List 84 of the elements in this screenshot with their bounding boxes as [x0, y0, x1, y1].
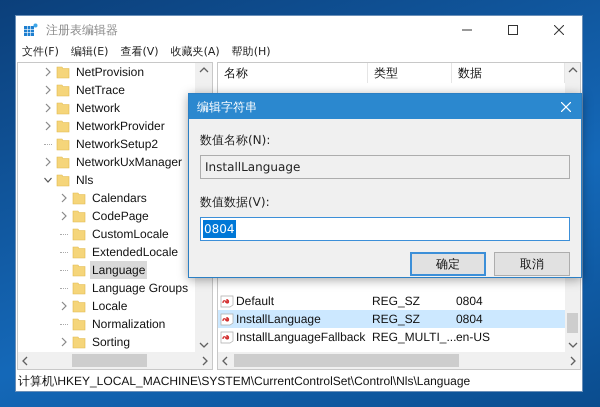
dialog-button[interactable]: 确定	[410, 252, 486, 276]
string-value-icon	[220, 294, 234, 308]
folder-icon	[72, 209, 86, 223]
folder-icon	[56, 83, 70, 97]
folder-icon	[56, 137, 70, 151]
value-data-field[interactable]: 0804	[200, 217, 570, 241]
menu-item[interactable]: 查看(V)	[120, 44, 159, 61]
tree-item[interactable]: Sorting	[90, 333, 132, 351]
scroll-up-icon[interactable]	[198, 66, 208, 74]
field-label: 数值数据(V):	[200, 194, 271, 211]
status-bar-path: 计算机\HKEY_LOCAL_MACHINE\SYSTEM\CurrentControlSet\Control\Nls\Language	[18, 372, 470, 390]
expand-chevron-icon[interactable]	[44, 121, 52, 131]
menu-item[interactable]: 编辑(E)	[70, 44, 108, 61]
dialog-button[interactable]: 取消	[494, 252, 570, 276]
tree-item[interactable]: CustomLocale	[90, 225, 171, 243]
app-icon	[24, 22, 38, 36]
value-data: 0804	[455, 293, 484, 310]
expand-chevron-icon[interactable]	[44, 85, 52, 95]
folder-icon	[56, 119, 70, 133]
tree-item[interactable]: NetworkSetup2	[74, 135, 160, 153]
field-label: 数值名称(N):	[200, 132, 272, 149]
menu-item[interactable]: 帮助(H)	[232, 44, 271, 61]
column-header[interactable]: 名称	[218, 63, 368, 83]
folder-icon	[72, 281, 86, 295]
tree-item[interactable]: Normalization	[90, 315, 168, 333]
horizontal-scrollbar[interactable]	[18, 352, 212, 369]
window-title: 注册表编辑器	[46, 22, 118, 38]
tree-item[interactable]: CodePage	[90, 207, 151, 225]
tree-item[interactable]: Nls	[74, 171, 96, 189]
tree-item[interactable]: Language Groups	[90, 279, 190, 297]
folder-icon	[72, 245, 86, 259]
folder-icon	[72, 335, 86, 349]
tree-item[interactable]: NetProvision	[74, 63, 146, 81]
collapse-chevron-icon[interactable]	[44, 175, 52, 185]
menu-item[interactable]: 收藏夹(A)	[170, 44, 220, 61]
expand-chevron-icon[interactable]	[60, 193, 68, 203]
close-icon	[554, 24, 564, 34]
string-value-icon	[220, 312, 234, 326]
tree-item[interactable]: Locale	[90, 297, 130, 315]
folder-icon	[72, 317, 86, 331]
tree-item[interactable]: Language	[90, 261, 148, 279]
expand-chevron-icon[interactable]	[44, 103, 52, 113]
horizontal-scrollbar[interactable]	[218, 352, 580, 369]
scroll-down-icon[interactable]	[568, 341, 578, 349]
value-type: REG_SZ	[371, 311, 422, 328]
column-header[interactable]: 类型	[368, 63, 452, 83]
expand-chevron-icon[interactable]	[44, 157, 52, 167]
value-data: 0804	[455, 311, 484, 328]
folder-icon	[56, 101, 70, 115]
value-row[interactable]: Default REG_SZ 0804	[218, 292, 565, 310]
tree-item[interactable]: NetworkUxManager	[74, 153, 184, 171]
scroll-thumb[interactable]	[72, 354, 147, 367]
tree-item[interactable]: ExtendedLocale	[90, 243, 180, 261]
folder-icon	[56, 155, 70, 169]
menu-item[interactable]: 文件(F)	[22, 44, 59, 61]
dialog-title: 编辑字符串	[197, 98, 257, 116]
expand-chevron-icon[interactable]	[60, 301, 68, 311]
folder-icon	[72, 299, 86, 313]
folder-icon	[72, 191, 86, 205]
tree-item[interactable]: NetworkProvider	[74, 117, 167, 135]
string-value-icon	[220, 330, 234, 344]
close-icon	[561, 102, 571, 112]
value-name: InstallLanguage	[236, 311, 321, 328]
value-type: REG_SZ	[371, 293, 422, 310]
value-name: Default	[236, 293, 274, 310]
value-name-field[interactable]: InstallLanguage	[200, 155, 570, 179]
value-name: InstallLanguageFallback	[236, 329, 366, 346]
expand-chevron-icon[interactable]	[60, 211, 68, 221]
folder-icon	[56, 173, 70, 187]
maximize-icon	[508, 24, 518, 34]
folder-icon	[72, 227, 86, 241]
tree-item[interactable]: Network	[74, 99, 122, 117]
expand-chevron-icon[interactable]	[44, 67, 52, 77]
scroll-thumb[interactable]	[567, 313, 578, 333]
folder-icon	[72, 263, 86, 277]
folder-icon	[56, 65, 70, 79]
expand-chevron-icon[interactable]	[60, 337, 68, 347]
scroll-down-icon[interactable]	[198, 341, 208, 349]
tree-item[interactable]: Calendars	[90, 189, 149, 207]
scroll-up-icon[interactable]	[568, 66, 578, 74]
value-row[interactable]: InstallLanguageFallback REG_MULTI_...en-US	[218, 328, 565, 346]
value-row[interactable]: InstallLanguage REG_SZ 0804	[218, 310, 565, 328]
tree-item[interactable]: NetTrace	[74, 81, 127, 99]
scroll-thumb[interactable]	[234, 354, 459, 367]
